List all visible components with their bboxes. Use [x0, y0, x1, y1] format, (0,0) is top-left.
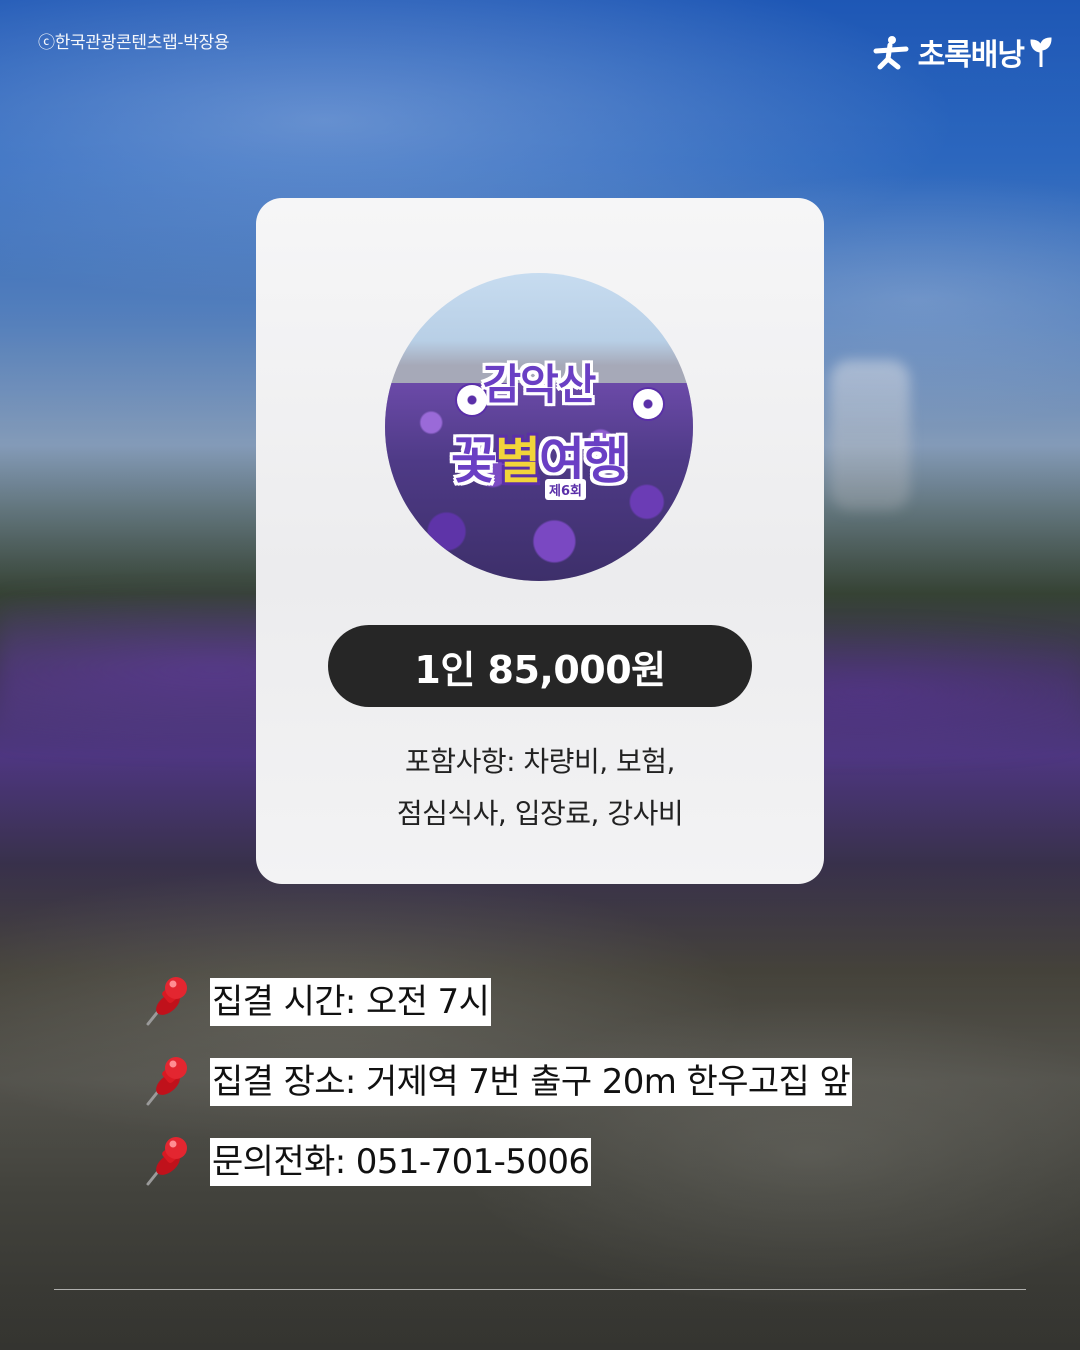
info-item-meeting-place: 집결 장소: 거제역 7번 출구 20m 한우고집 앞 — [140, 1042, 853, 1122]
sprout-icon — [1030, 37, 1052, 67]
event-poster-image: 감악산 꽃별여행 제6회 — [385, 273, 693, 581]
meeting-time-text: 집결 시간: 오전 7시 — [210, 978, 492, 1026]
included-items-line1: 포함사항: 차량비, 보험, — [405, 745, 675, 778]
poster-edition: 제6회 — [545, 479, 586, 500]
included-items: 포함사항: 차량비, 보험, 점심식사, 입장료, 강사비 — [256, 736, 824, 840]
footer-divider — [54, 1289, 1026, 1290]
info-item-contact: 문의전화: 051-701-5006 — [140, 1122, 852, 1202]
brand-logo: 초록배낭 — [870, 30, 1052, 74]
pushpin-icon — [146, 1137, 187, 1186]
price-badge: 1인 85,000원 — [328, 625, 752, 707]
poster-title-line1: 감악산 — [482, 360, 597, 409]
meeting-place-text: 집결 장소: 거제역 7번 출구 20m 한우고집 앞 — [210, 1058, 853, 1106]
running-person-sprout-icon — [873, 36, 909, 70]
included-items-line2: 점심식사, 입장료, 강사비 — [396, 797, 684, 830]
price-card: 감악산 꽃별여행 제6회 1인 85,000원 포함사항: 차량비, 보험, 점… — [256, 198, 824, 884]
info-item-meeting-time: 집결 시간: 오전 7시 — [140, 962, 852, 1042]
brand-name: 초록배낭 — [917, 38, 1025, 73]
contact-phone-text: 문의전화: 051-701-5006 — [210, 1138, 592, 1186]
pushpin-icon — [146, 977, 187, 1026]
info-list: 집결 시간: 오전 7시 집결 장소: 거제역 7번 출구 20m 한우고집 앞… — [140, 962, 853, 1202]
pushpin-icon — [146, 1057, 187, 1106]
photo-credit: ⓒ한국관광콘텐츠랩-박장용 — [38, 33, 230, 53]
poster-title-line2: 꽃별여행 — [451, 432, 629, 490]
